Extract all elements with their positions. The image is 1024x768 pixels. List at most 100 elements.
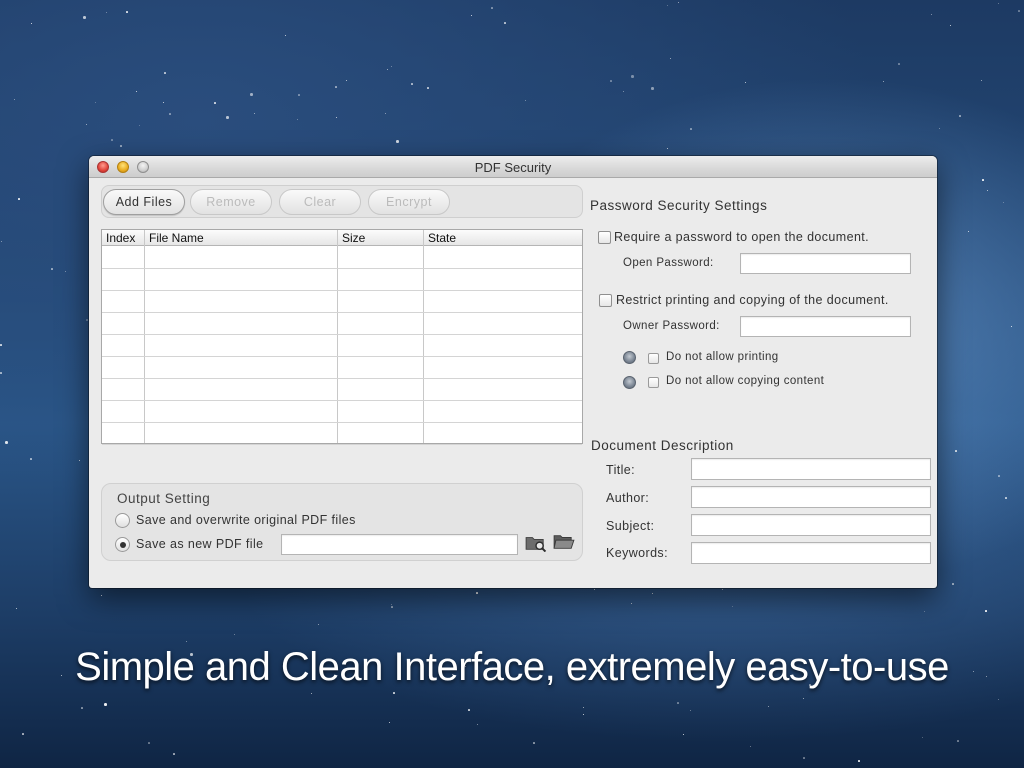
table-row[interactable] (102, 290, 582, 291)
no-printing-checkbox[interactable] (648, 353, 659, 364)
author-label: Author: (606, 491, 650, 505)
no-printing-radio[interactable] (623, 351, 636, 364)
star (22, 733, 24, 735)
star (471, 15, 472, 16)
encrypt-button[interactable]: Encrypt (368, 189, 450, 215)
column-divider (337, 230, 338, 443)
star (477, 724, 478, 725)
remove-button[interactable]: Remove (190, 189, 272, 215)
star (491, 7, 493, 9)
star (952, 583, 954, 585)
star (732, 606, 733, 607)
subject-input[interactable] (691, 514, 931, 536)
star (1005, 497, 1007, 499)
title-input[interactable] (691, 458, 931, 480)
star (285, 35, 286, 36)
star (690, 710, 691, 711)
open-password-input[interactable] (740, 253, 911, 274)
star (427, 87, 429, 89)
table-row[interactable] (102, 312, 582, 313)
star (14, 99, 15, 100)
star (998, 475, 1000, 477)
star (411, 83, 413, 85)
restrict-label[interactable]: Restrict printing and copying of the doc… (616, 293, 889, 307)
star (86, 124, 87, 125)
table-row[interactable] (102, 422, 582, 423)
search-folder-icon[interactable] (524, 534, 548, 552)
keywords-label: Keywords: (606, 546, 668, 560)
clear-button[interactable]: Clear (279, 189, 361, 215)
star (214, 102, 216, 104)
column-header-state[interactable]: State (428, 231, 456, 245)
no-copying-radio[interactable] (623, 376, 636, 389)
author-input[interactable] (691, 486, 931, 508)
star (931, 14, 932, 15)
table-row[interactable] (102, 378, 582, 379)
star (111, 139, 113, 141)
save-new-label[interactable]: Save as new PDF file (136, 537, 264, 551)
star (1011, 326, 1012, 327)
title-bar: PDF Security (89, 156, 937, 178)
column-divider (144, 230, 145, 443)
star (525, 100, 526, 101)
require-password-label[interactable]: Require a password to open the document. (614, 230, 869, 244)
star (346, 80, 347, 81)
star (583, 707, 584, 708)
star (81, 707, 83, 709)
star (86, 319, 88, 321)
star (106, 12, 107, 13)
no-printing-label[interactable]: Do not allow printing (666, 351, 779, 363)
column-header-size[interactable]: Size (342, 231, 365, 245)
overwrite-radio[interactable] (115, 513, 130, 528)
star (476, 592, 478, 594)
star (651, 87, 654, 90)
overwrite-label[interactable]: Save and overwrite original PDF files (136, 513, 356, 527)
add-files-button[interactable]: Add Files (103, 189, 185, 215)
star (677, 702, 679, 704)
restrict-checkbox[interactable] (599, 294, 612, 307)
star (957, 740, 959, 742)
star (745, 82, 746, 83)
star (393, 692, 395, 694)
star (0, 372, 2, 374)
star (65, 271, 66, 272)
file-table[interactable]: Index File Name Size State (101, 229, 583, 445)
new-file-path-input[interactable] (281, 534, 518, 555)
column-header-index[interactable]: Index (106, 231, 135, 245)
star (254, 113, 255, 114)
title-label: Title: (606, 463, 636, 477)
star (250, 93, 253, 96)
star (924, 611, 925, 612)
owner-password-input[interactable] (740, 316, 911, 337)
star (667, 5, 668, 6)
star (768, 706, 769, 707)
star (678, 2, 679, 3)
save-new-radio[interactable] (115, 537, 130, 552)
table-row[interactable] (102, 334, 582, 335)
star (79, 460, 80, 461)
star (468, 709, 470, 711)
star (955, 450, 957, 452)
star (683, 734, 684, 735)
star (1, 241, 2, 242)
require-password-checkbox[interactable] (598, 231, 611, 244)
open-folder-icon[interactable] (552, 533, 576, 551)
table-row[interactable] (102, 444, 582, 445)
star (981, 80, 982, 81)
star (186, 641, 187, 642)
column-header-file-name[interactable]: File Name (149, 231, 204, 245)
toolbar: Add Files Remove Clear Encrypt (101, 185, 583, 218)
table-row[interactable] (102, 400, 582, 401)
star (139, 125, 140, 126)
star (163, 102, 164, 103)
table-row[interactable] (102, 356, 582, 357)
table-row[interactable] (102, 268, 582, 269)
star (803, 757, 805, 759)
no-copying-checkbox[interactable] (648, 377, 659, 388)
star (533, 742, 535, 744)
column-divider (423, 230, 424, 443)
star (667, 148, 668, 149)
keywords-input[interactable] (691, 542, 931, 564)
no-copying-label[interactable]: Do not allow copying content (666, 375, 824, 387)
star (652, 593, 653, 594)
